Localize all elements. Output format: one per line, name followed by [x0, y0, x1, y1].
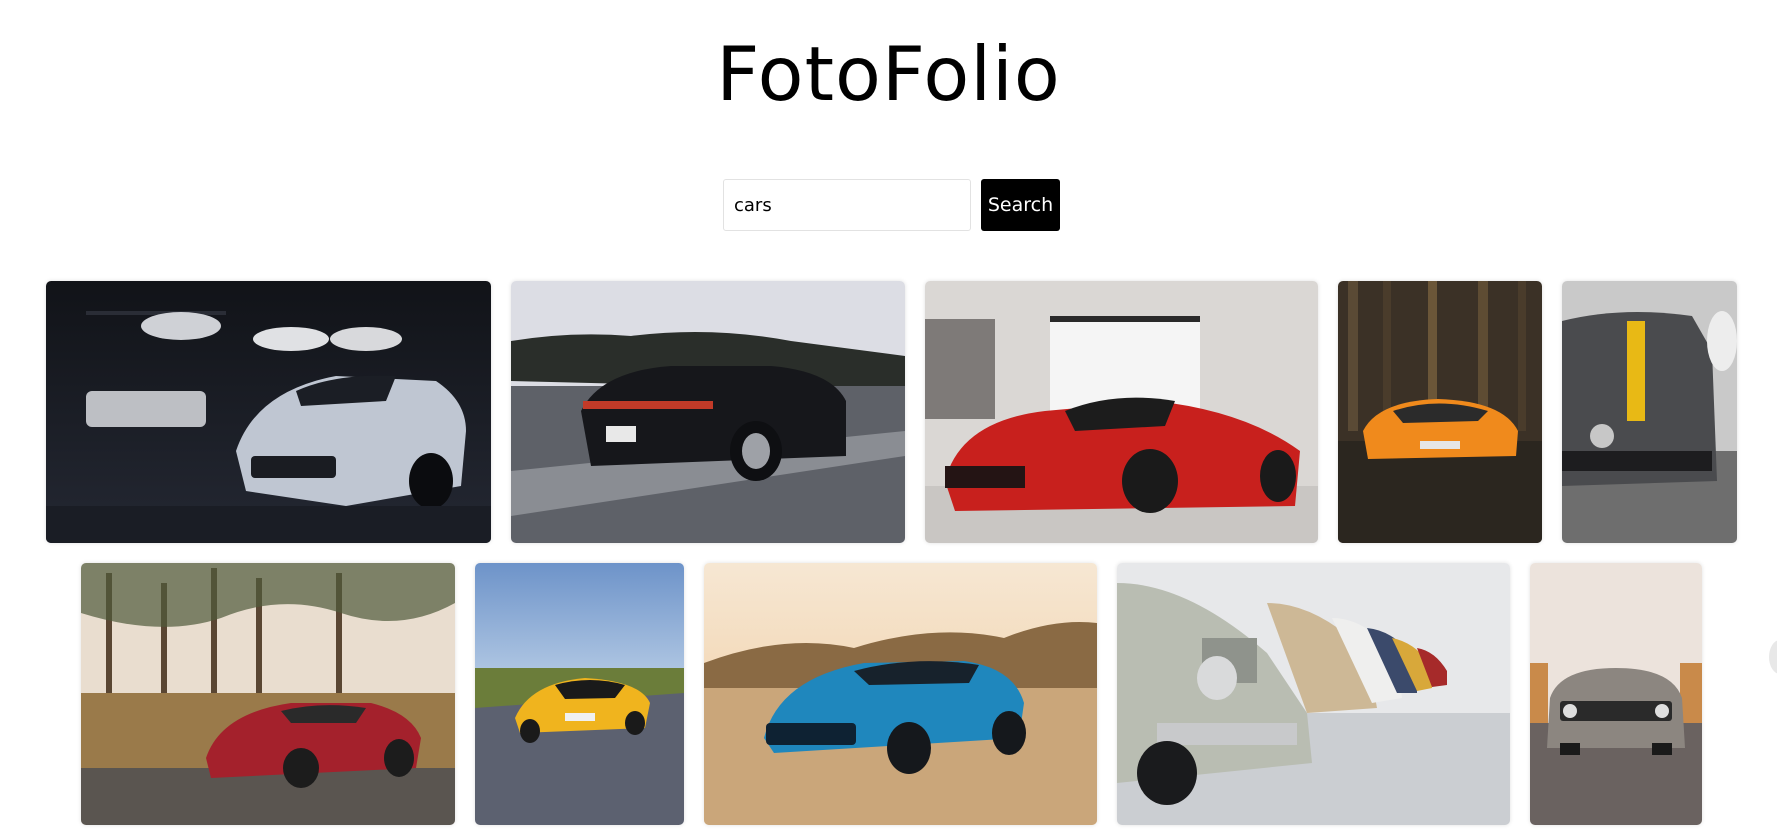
search-input[interactable] [723, 179, 971, 231]
photo-card-porsche[interactable] [511, 281, 905, 543]
photo-card-dodge[interactable] [1530, 563, 1702, 825]
photo-icon [704, 563, 1097, 825]
photo-card-camaro[interactable] [46, 281, 491, 543]
photo-icon [81, 563, 455, 825]
photo-card-lamborghini[interactable] [1338, 281, 1542, 543]
page-title: FotoFolio [716, 30, 1061, 118]
scroll-edge-indicator [1769, 640, 1777, 674]
photo-card-blue-camaro[interactable] [704, 563, 1097, 825]
photo-icon [1117, 563, 1510, 825]
photo-icon [1562, 281, 1737, 543]
photo-icon [475, 563, 684, 825]
photo-card-mercedes-stripe[interactable] [1562, 281, 1737, 543]
photo-icon [46, 281, 491, 543]
photo-card-yellow-amg[interactable] [475, 563, 684, 825]
photo-card-bmw-row[interactable] [1117, 563, 1510, 825]
photo-icon [1338, 281, 1542, 543]
photo-icon [925, 281, 1318, 543]
photo-icon [511, 281, 905, 543]
photo-card-ferrari[interactable] [925, 281, 1318, 543]
search-form: Search [723, 179, 1060, 231]
photo-icon [1530, 563, 1702, 825]
photo-card-red-amg[interactable] [81, 563, 455, 825]
search-button[interactable]: Search [981, 179, 1060, 231]
